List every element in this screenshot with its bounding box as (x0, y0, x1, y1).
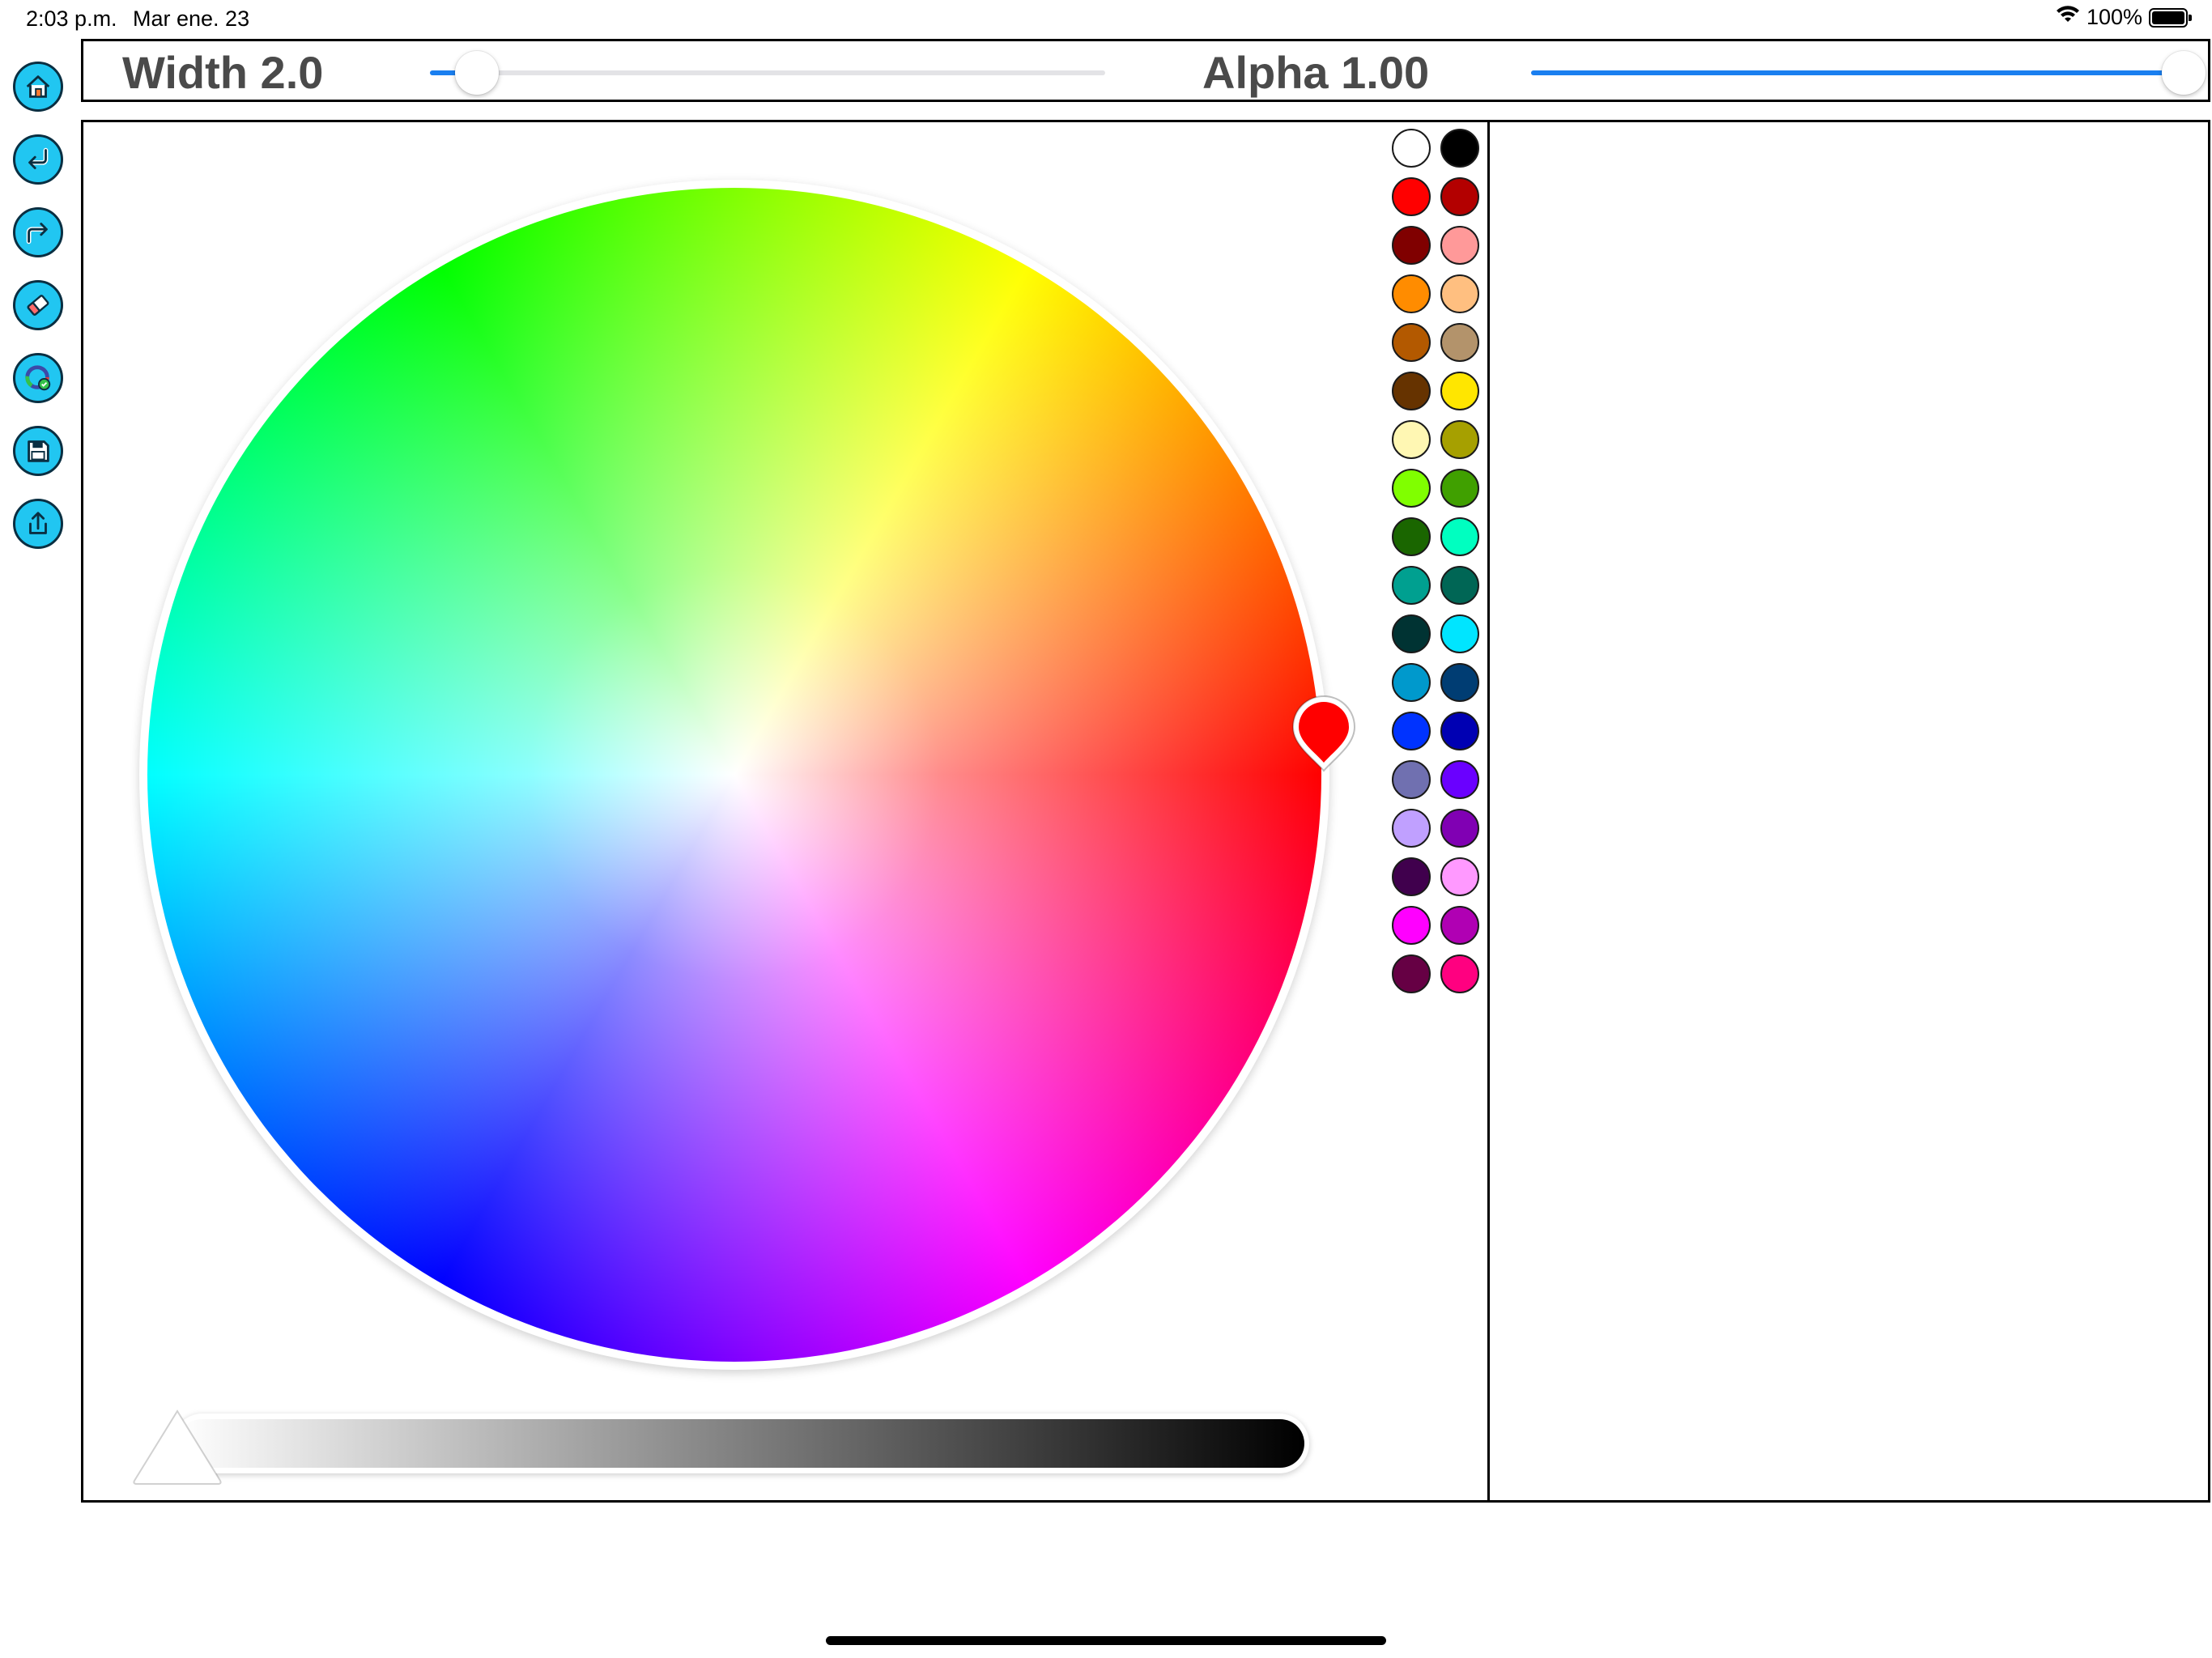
palette-swatch[interactable] (1440, 954, 1479, 993)
share-icon (29, 512, 47, 534)
palette-swatch[interactable] (1392, 857, 1431, 896)
save-button[interactable] (13, 426, 63, 476)
palette-swatch[interactable] (1392, 274, 1431, 313)
palette-swatch[interactable] (1440, 469, 1479, 508)
palette-swatch[interactable] (1440, 517, 1479, 556)
palette-swatch[interactable] (1440, 760, 1479, 799)
color-wheel-handle[interactable] (1290, 693, 1358, 774)
palette-swatch[interactable] (1392, 663, 1431, 702)
alpha-slider-thumb[interactable] (2162, 51, 2206, 95)
palette-swatch[interactable] (1440, 857, 1479, 896)
alpha-slider[interactable] (1531, 51, 2206, 95)
palette-swatch[interactable] (1440, 663, 1479, 702)
palette-swatch[interactable] (1440, 614, 1479, 653)
brightness-slider[interactable] (172, 1414, 1309, 1473)
redo-icon (26, 223, 48, 244)
palette-swatch[interactable] (1392, 614, 1431, 653)
color-picker-icon (25, 365, 51, 391)
brightness-slider-thumb[interactable] (130, 1406, 225, 1487)
palette-swatch[interactable] (1440, 420, 1479, 459)
palette-swatch[interactable] (1392, 372, 1431, 410)
palette-swatch[interactable] (1440, 809, 1479, 848)
palette-swatch[interactable] (1392, 226, 1431, 265)
color-picker-button[interactable] (13, 353, 63, 403)
controls-bar: Width 2.0 Alpha 1.00 (81, 39, 2210, 102)
save-icon (28, 440, 49, 462)
status-time: 2:03 p.m. (26, 6, 117, 31)
palette-swatch[interactable] (1440, 177, 1479, 216)
palette-swatch[interactable] (1392, 323, 1431, 362)
palette-swatch[interactable] (1440, 323, 1479, 362)
color-wheel-saturation (147, 188, 1321, 1362)
palette-swatch[interactable] (1392, 566, 1431, 605)
palette-swatch[interactable] (1392, 712, 1431, 750)
share-button[interactable] (13, 499, 63, 549)
palette-swatch[interactable] (1392, 760, 1431, 799)
eraser-button[interactable] (13, 280, 63, 330)
palette-swatch[interactable] (1392, 469, 1431, 508)
brightness-gradient (177, 1419, 1304, 1468)
color-wheel[interactable] (147, 188, 1321, 1362)
battery-icon (2149, 7, 2192, 28)
palette-swatch[interactable] (1392, 954, 1431, 993)
palette-swatch[interactable] (1392, 906, 1431, 945)
palette-swatch[interactable] (1440, 566, 1479, 605)
undo-button[interactable] (13, 134, 63, 185)
color-wheel-frame (139, 180, 1329, 1370)
alpha-label: Alpha 1.00 (1202, 47, 1430, 98)
width-slider[interactable] (430, 51, 1105, 95)
palette-swatch[interactable] (1440, 712, 1479, 750)
palette-swatch[interactable] (1440, 226, 1479, 265)
palette-swatch[interactable] (1392, 420, 1431, 459)
status-indicators: 100% (2056, 5, 2192, 30)
palette-swatch[interactable] (1392, 177, 1431, 216)
status-date: Mar ene. 23 (133, 6, 250, 31)
palette-swatch[interactable] (1392, 517, 1431, 556)
home-indicator (826, 1636, 1386, 1645)
palette-swatch[interactable] (1440, 129, 1479, 168)
alpha-slider-fill (1531, 70, 2184, 75)
palette-swatch[interactable] (1392, 809, 1431, 848)
width-slider-thumb[interactable] (455, 51, 500, 95)
status-bar: 2:03 p.m. Mar ene. 23 100% (0, 0, 2212, 39)
palette-swatch[interactable] (1392, 129, 1431, 168)
home-button[interactable] (13, 62, 63, 112)
palette-swatch[interactable] (1440, 274, 1479, 313)
palette-swatch[interactable] (1440, 906, 1479, 945)
wifi-icon (2056, 5, 2080, 30)
palette-swatch[interactable] (1440, 372, 1479, 410)
battery-percent: 100% (2086, 5, 2142, 29)
eraser-icon (27, 295, 49, 316)
redo-button[interactable] (13, 207, 63, 257)
undo-icon (28, 147, 49, 169)
home-icon (26, 75, 50, 98)
width-label: Width 2.0 (122, 47, 324, 98)
